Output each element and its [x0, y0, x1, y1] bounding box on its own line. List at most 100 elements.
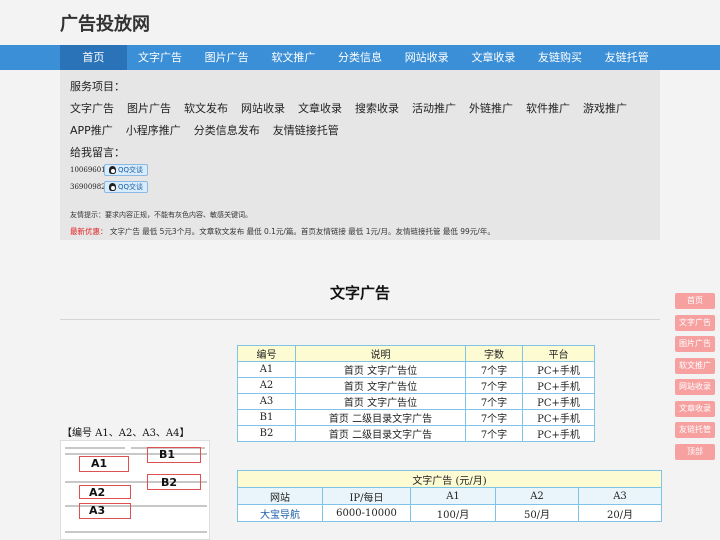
- table-cell: A2: [237, 377, 296, 394]
- offer-line: 最新优惠： 文字广告 最低 5元3个月。文章软文发布 最低 0.1元/篇。首页友…: [70, 226, 650, 237]
- offer-text: 文字广告 最低 5元3个月。文章软文发布 最低 0.1元/篇。首页友情链接 最低…: [109, 227, 495, 236]
- side-nav-article-indexing[interactable]: 文章收录: [675, 400, 715, 417]
- thumbnail-caption: 【编号 A1、A2、A3、A4】: [62, 428, 190, 439]
- side-nav-soft-articles[interactable]: 软文推广: [675, 357, 715, 374]
- nav-item-text-ads[interactable]: 文字广告: [127, 45, 194, 70]
- table-row: A2 首页 文字广告位 7个字 PC+手机: [237, 377, 595, 394]
- header-cell: 平台: [522, 345, 595, 362]
- services-label: 服务项目：: [70, 80, 125, 93]
- offer-label: 最新优惠：: [70, 227, 108, 236]
- header-cell: 网站: [237, 487, 323, 505]
- table-cell: PC+手机: [522, 393, 595, 410]
- service-link[interactable]: 搜索收录: [355, 100, 399, 116]
- price-caption: 文字广告 (元/月): [237, 470, 662, 488]
- qq-number: 10069601: [70, 166, 106, 174]
- header-cell: A2: [495, 487, 579, 505]
- service-link[interactable]: 友情链接托管: [273, 122, 339, 138]
- table-cell: 7个字: [465, 393, 523, 410]
- thumb-slot-label: A1: [91, 457, 108, 470]
- section-heading: 文字广告: [329, 284, 390, 302]
- nav-item-buy-links[interactable]: 友链购买: [527, 45, 594, 70]
- service-link[interactable]: 分类信息发布: [194, 122, 260, 138]
- service-link[interactable]: 小程序推广: [126, 122, 181, 138]
- nav-item-link-hosting[interactable]: 友链托管: [593, 45, 660, 70]
- table-cell: B1: [237, 409, 296, 426]
- qq-chat-button[interactable]: QQ交谈: [104, 164, 149, 176]
- thumb-slot-label: A3: [89, 504, 106, 517]
- site-link[interactable]: 大宝导航: [260, 510, 300, 521]
- site-title[interactable]: 广告投放网: [60, 10, 150, 36]
- service-link[interactable]: APP推广: [70, 122, 113, 138]
- price-caption-row: 文字广告 (元/月): [237, 470, 662, 488]
- service-link[interactable]: 文字广告: [70, 100, 114, 116]
- thumb-slot-label: A2: [89, 486, 106, 499]
- service-link[interactable]: 网站收录: [241, 100, 285, 116]
- main-nav: 首页 文字广告 图片广告 软文推广 分类信息 网站收录 文章收录 友链购买 友链…: [0, 45, 720, 70]
- side-nav-link-hosting[interactable]: 友链托管: [675, 422, 715, 438]
- table-cell: 7个字: [465, 425, 523, 442]
- nav-item-classifieds[interactable]: 分类信息: [327, 45, 394, 70]
- ad-position-thumbnail: A1 B1 A2 B2 A3: [60, 440, 210, 540]
- table-cell: 首页 文字广告位: [295, 393, 466, 410]
- table-cell: 100/月: [410, 504, 496, 522]
- side-nav-back-to-top[interactable]: 顶部: [675, 443, 715, 460]
- side-nav-image-ads[interactable]: 图片广告: [675, 336, 715, 352]
- table-row: B2 首页 二级目录文字广告 7个字 PC+手机: [237, 425, 595, 442]
- header-cell: A1: [410, 487, 496, 505]
- qq-penguin-icon: [109, 166, 116, 174]
- section-divider: [60, 319, 660, 320]
- table-cell: A3: [237, 393, 296, 410]
- service-link[interactable]: 图片广告: [127, 100, 171, 116]
- table-header-row: 编号 说明 字数 平台: [237, 345, 595, 362]
- side-nav-text-ads[interactable]: 文字广告: [675, 314, 715, 331]
- table-row: 大宝导航 6000-10000 100/月 50/月 20/月: [237, 504, 662, 522]
- header-cell: 编号: [237, 345, 296, 362]
- qq-chat-label: QQ交谈: [118, 183, 144, 191]
- service-link[interactable]: 软件推广: [526, 100, 570, 116]
- qq-chat-button[interactable]: QQ交谈: [104, 181, 149, 193]
- service-links: 文字广告 图片广告 软文发布 网站收录 文章收录 搜索收录 活动推广 外链推广 …: [70, 100, 650, 144]
- nav-item-image-ads[interactable]: 图片广告: [193, 45, 260, 70]
- nav-item-article-indexing[interactable]: 文章收录: [460, 45, 527, 70]
- table-cell: 首页 文字广告位: [295, 361, 466, 378]
- qq-number: 369009827: [70, 183, 111, 191]
- price-table: 文字广告 (元/月) 网站 IP/每日 A1 A2 A3 大宝导航 6000-1…: [237, 470, 662, 522]
- service-link[interactable]: 文章收录: [298, 100, 342, 116]
- nav-item-home[interactable]: 首页: [60, 45, 127, 70]
- table-row: B1 首页 二级目录文字广告 7个字 PC+手机: [237, 409, 595, 426]
- qq-contact-row: 369009827 QQ交谈: [70, 180, 650, 194]
- service-link[interactable]: 软文发布: [184, 100, 228, 116]
- table-cell: B2: [237, 425, 296, 442]
- nav-item-site-indexing[interactable]: 网站收录: [393, 45, 460, 70]
- table-cell: 7个字: [465, 377, 523, 394]
- table-cell: 首页 二级目录文字广告: [295, 409, 466, 426]
- table-cell: A1: [237, 361, 296, 378]
- table-row: A1 首页 文字广告位 7个字 PC+手机: [237, 361, 595, 378]
- header-cell: 说明: [295, 345, 466, 362]
- notice-tip: 友情提示：要求内容正规，不能有灰色内容、敏感关键词。: [70, 211, 252, 219]
- contact-label: 给我留言：: [70, 146, 125, 159]
- table-cell: 7个字: [465, 361, 523, 378]
- side-nav-site-indexing[interactable]: 网站收录: [675, 379, 715, 395]
- table-cell: 50/月: [495, 504, 579, 522]
- service-link[interactable]: 外链推广: [469, 100, 513, 116]
- header-cell: 字数: [465, 345, 523, 362]
- nav-item-soft-articles[interactable]: 软文推广: [260, 45, 327, 70]
- table-header-row: 网站 IP/每日 A1 A2 A3: [237, 487, 662, 505]
- table-cell: 7个字: [465, 409, 523, 426]
- thumb-slot-label: B1: [159, 448, 176, 461]
- table-cell: 首页 文字广告位: [295, 377, 466, 394]
- table-cell: 大宝导航: [237, 504, 323, 522]
- thumb-slot-label: B2: [161, 476, 178, 489]
- qq-chat-label: QQ交谈: [118, 166, 144, 174]
- ad-slot-table: 编号 说明 字数 平台 A1 首页 文字广告位 7个字 PC+手机 A2 首页 …: [237, 345, 595, 442]
- thumb-text-line: [65, 447, 125, 449]
- table-cell: 首页 二级目录文字广告: [295, 425, 466, 442]
- service-link[interactable]: 活动推广: [412, 100, 456, 116]
- side-nav-home[interactable]: 首页: [675, 293, 715, 309]
- table-cell: 20/月: [578, 504, 662, 522]
- table-cell: PC+手机: [522, 361, 595, 378]
- qq-contact-row: 10069601 QQ交谈: [70, 163, 650, 177]
- service-link[interactable]: 游戏推广: [583, 100, 627, 116]
- service-panel: 服务项目： 文字广告 图片广告 软文发布 网站收录 文章收录 搜索收录 活动推广…: [60, 70, 660, 240]
